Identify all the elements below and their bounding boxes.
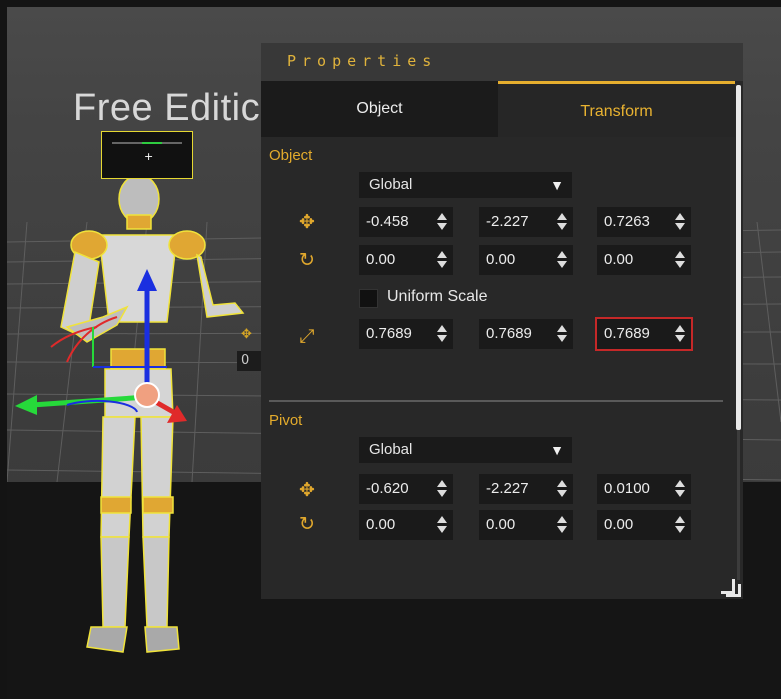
rotate-icon: ↻ (299, 249, 315, 271)
object-scale-y[interactable]: 0.7689 (479, 319, 573, 349)
object-space-value: Global (369, 176, 413, 193)
spinner-icon[interactable] (675, 324, 685, 344)
object-rotation-y[interactable]: 0.00 (479, 245, 573, 275)
spinner-icon[interactable] (437, 479, 447, 499)
spinner-icon[interactable] (557, 515, 567, 535)
chevron-down-icon: ▼ (550, 177, 564, 193)
spinner-icon[interactable] (557, 212, 567, 232)
checkbox[interactable] (359, 289, 378, 308)
spinner-icon[interactable] (557, 324, 567, 344)
tab-transform[interactable]: Transform (498, 81, 735, 137)
move-icon: ✥ (299, 479, 315, 501)
spinner-icon[interactable] (557, 479, 567, 499)
scrollbar-thumb[interactable] (736, 85, 741, 430)
pivot-section-title: Pivot (269, 412, 303, 429)
object-rotation-x[interactable]: 0.00 (359, 245, 453, 275)
properties-panel: Properties Object Transform Object Globa… (261, 43, 743, 599)
chevron-down-icon: ▼ (550, 442, 564, 458)
object-scale-z[interactable]: 0.7689 (595, 317, 693, 351)
spinner-icon[interactable] (675, 479, 685, 499)
move-icon: ✥ (241, 327, 252, 342)
spinner-icon[interactable] (557, 250, 567, 270)
pivot-space-select[interactable]: Global ▼ (359, 437, 572, 463)
tab-object[interactable]: Object (261, 81, 498, 137)
pivot-position-z[interactable]: 0.0100 (597, 474, 691, 504)
object-section-title: Object (269, 147, 313, 164)
object-position-z[interactable]: 0.7263 (597, 207, 691, 237)
panel-title: Properties (287, 52, 438, 70)
pivot-space-value: Global (369, 441, 413, 458)
head-screen-display: + (101, 131, 193, 179)
panel-title-bar[interactable]: Properties (261, 43, 743, 81)
spinner-icon[interactable] (675, 250, 685, 270)
move-icon: ✥ (299, 211, 315, 233)
resize-handle-icon[interactable] (721, 579, 741, 597)
spinner-icon[interactable] (437, 324, 447, 344)
object-scale-x[interactable]: 0.7689 (359, 319, 453, 349)
character-model[interactable] (7, 117, 277, 677)
scrollbar-track[interactable] (737, 430, 740, 580)
object-position-y[interactable]: -2.227 (479, 207, 573, 237)
object-rotation-z[interactable]: 0.00 (597, 245, 691, 275)
pivot-rotation-y[interactable]: 0.00 (479, 510, 573, 540)
spinner-icon[interactable] (675, 212, 685, 232)
pivot-position-x[interactable]: -0.620 (359, 474, 453, 504)
rotate-icon: ↻ (299, 513, 315, 535)
spinner-icon[interactable] (675, 515, 685, 535)
object-position-x[interactable]: -0.458 (359, 207, 453, 237)
object-space-select[interactable]: Global ▼ (359, 172, 572, 198)
pivot-rotation-z[interactable]: 0.00 (597, 510, 691, 540)
spinner-icon[interactable] (437, 212, 447, 232)
pivot-rotation-x[interactable]: 0.00 (359, 510, 453, 540)
section-divider (269, 400, 723, 402)
pivot-position-y[interactable]: -2.227 (479, 474, 573, 504)
spinner-icon[interactable] (437, 250, 447, 270)
uniform-scale-checkbox[interactable]: Uniform Scale (359, 288, 559, 308)
uniform-scale-label: Uniform Scale (387, 288, 488, 305)
scale-icon: ⤢ (299, 325, 315, 347)
spinner-icon[interactable] (437, 515, 447, 535)
